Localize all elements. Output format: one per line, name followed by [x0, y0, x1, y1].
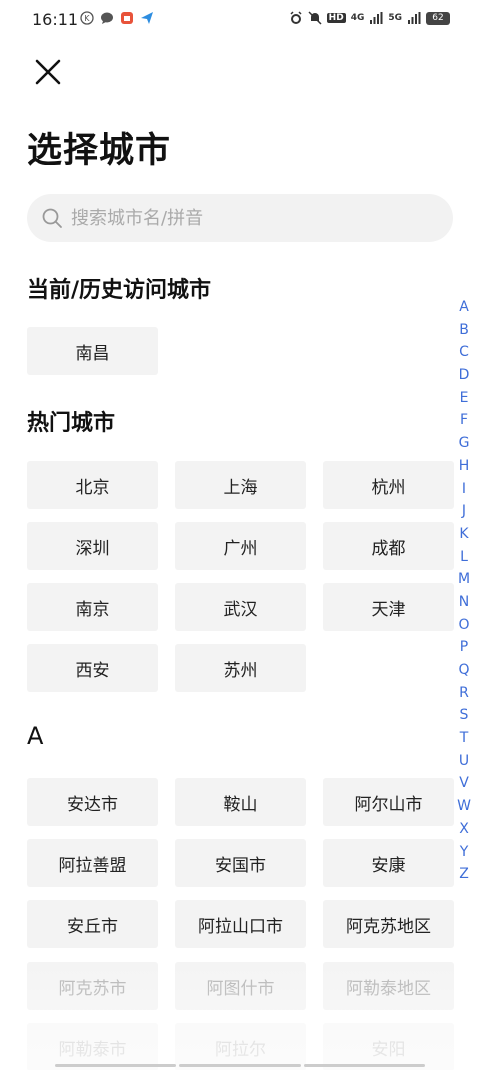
- index-letter[interactable]: T: [460, 727, 469, 750]
- index-letter[interactable]: K: [459, 523, 468, 546]
- city-button-hot[interactable]: 南京: [27, 583, 158, 631]
- index-letter[interactable]: O: [458, 614, 469, 637]
- hd-badge: HD: [326, 13, 346, 23]
- battery-indicator: 62: [426, 11, 450, 25]
- index-letter[interactable]: D: [459, 364, 470, 387]
- index-letter[interactable]: A: [459, 296, 469, 319]
- system-icons: HD 4G 5G 62: [289, 11, 450, 25]
- city-button-hot[interactable]: 武汉: [175, 583, 306, 631]
- mute-icon: [308, 11, 322, 25]
- city-button-a[interactable]: 阿图什市: [175, 962, 306, 1010]
- index-letter[interactable]: P: [460, 636, 468, 659]
- index-letter[interactable]: J: [462, 500, 466, 523]
- city-button-a[interactable]: 阿勒泰市: [27, 1023, 158, 1070]
- hot-cities-heading: 热门城市: [27, 411, 116, 436]
- signal-5g-icon: [408, 12, 421, 24]
- send-icon: [141, 12, 153, 24]
- index-letter[interactable]: Y: [460, 841, 469, 864]
- city-button-a[interactable]: 阿克苏地区: [323, 900, 454, 948]
- index-letter[interactable]: S: [460, 704, 469, 727]
- index-letter[interactable]: Z: [459, 863, 469, 886]
- search-icon: [42, 208, 62, 228]
- city-button-a[interactable]: 阿拉山口市: [175, 900, 306, 948]
- index-letter[interactable]: X: [459, 818, 469, 841]
- index-letter[interactable]: L: [460, 546, 468, 569]
- svg-text:K: K: [84, 14, 90, 23]
- k-app-icon: K: [80, 11, 94, 25]
- status-bar: 16:11 K HD 4G 5G 62: [0, 0, 480, 38]
- city-button-a[interactable]: 阿拉尔: [175, 1023, 306, 1070]
- index-letter[interactable]: W: [457, 795, 471, 818]
- network-4g-label: 4G: [350, 13, 365, 23]
- city-button-hot[interactable]: 深圳: [27, 522, 158, 570]
- city-button-hot[interactable]: 广州: [175, 522, 306, 570]
- city-button-hot[interactable]: 天津: [323, 583, 454, 631]
- index-letter[interactable]: G: [459, 432, 470, 455]
- network-5g-label: 5G: [388, 13, 402, 23]
- city-button-hot[interactable]: 杭州: [323, 461, 454, 509]
- close-button[interactable]: [32, 56, 64, 88]
- search-input[interactable]: [71, 194, 431, 242]
- store-app-icon: [121, 12, 133, 24]
- city-button-a[interactable]: 鞍山: [175, 778, 306, 826]
- gesture-bar: [55, 1064, 425, 1067]
- chat-icon: [101, 12, 113, 24]
- signal-4g-icon: [370, 12, 383, 24]
- city-button-a[interactable]: 阿尔山市: [323, 778, 454, 826]
- notification-icons: K: [80, 11, 154, 25]
- gesture-segment: [55, 1064, 177, 1067]
- city-button-a[interactable]: 安丘市: [27, 900, 158, 948]
- city-button-hot[interactable]: 北京: [27, 461, 158, 509]
- gesture-segment: [179, 1064, 301, 1067]
- index-letter[interactable]: H: [459, 455, 470, 478]
- index-letter[interactable]: N: [459, 591, 469, 614]
- city-button-a[interactable]: 安康: [323, 839, 454, 887]
- city-button-a[interactable]: 阿勒泰地区: [323, 962, 454, 1010]
- index-letter[interactable]: V: [459, 772, 469, 795]
- index-letter[interactable]: R: [459, 682, 469, 705]
- index-letter[interactable]: B: [459, 319, 469, 342]
- city-button-a[interactable]: 阿拉善盟: [27, 839, 158, 887]
- city-button-a[interactable]: 安达市: [27, 778, 158, 826]
- city-button-a[interactable]: 安阳: [323, 1023, 454, 1070]
- index-letter[interactable]: F: [460, 409, 468, 432]
- alarm-icon: [290, 11, 302, 24]
- alphabet-index[interactable]: A B C D E F G H I J K L M N O P Q R S T …: [456, 296, 472, 886]
- city-button-hot[interactable]: 成都: [323, 522, 454, 570]
- index-letter[interactable]: E: [460, 387, 469, 410]
- city-button-a[interactable]: 阿克苏市: [27, 962, 158, 1010]
- recent-cities-heading: 当前/历史访问城市: [27, 278, 212, 303]
- city-button-hot[interactable]: 苏州: [175, 644, 306, 692]
- status-time: 16:11: [32, 10, 79, 29]
- index-letter[interactable]: U: [459, 750, 469, 773]
- close-icon: [35, 59, 61, 85]
- gesture-segment: [303, 1064, 425, 1067]
- index-letter[interactable]: M: [458, 568, 470, 591]
- page-title: 选择城市: [27, 131, 172, 171]
- city-button-recent[interactable]: 南昌: [27, 327, 158, 375]
- letter-heading-a: A: [27, 722, 44, 750]
- city-button-a[interactable]: 安国市: [175, 839, 306, 887]
- city-button-hot[interactable]: 上海: [175, 461, 306, 509]
- city-button-hot[interactable]: 西安: [27, 644, 158, 692]
- index-letter[interactable]: C: [459, 341, 469, 364]
- index-letter[interactable]: Q: [458, 659, 469, 682]
- search-bar[interactable]: [27, 194, 453, 242]
- index-letter[interactable]: I: [462, 478, 466, 501]
